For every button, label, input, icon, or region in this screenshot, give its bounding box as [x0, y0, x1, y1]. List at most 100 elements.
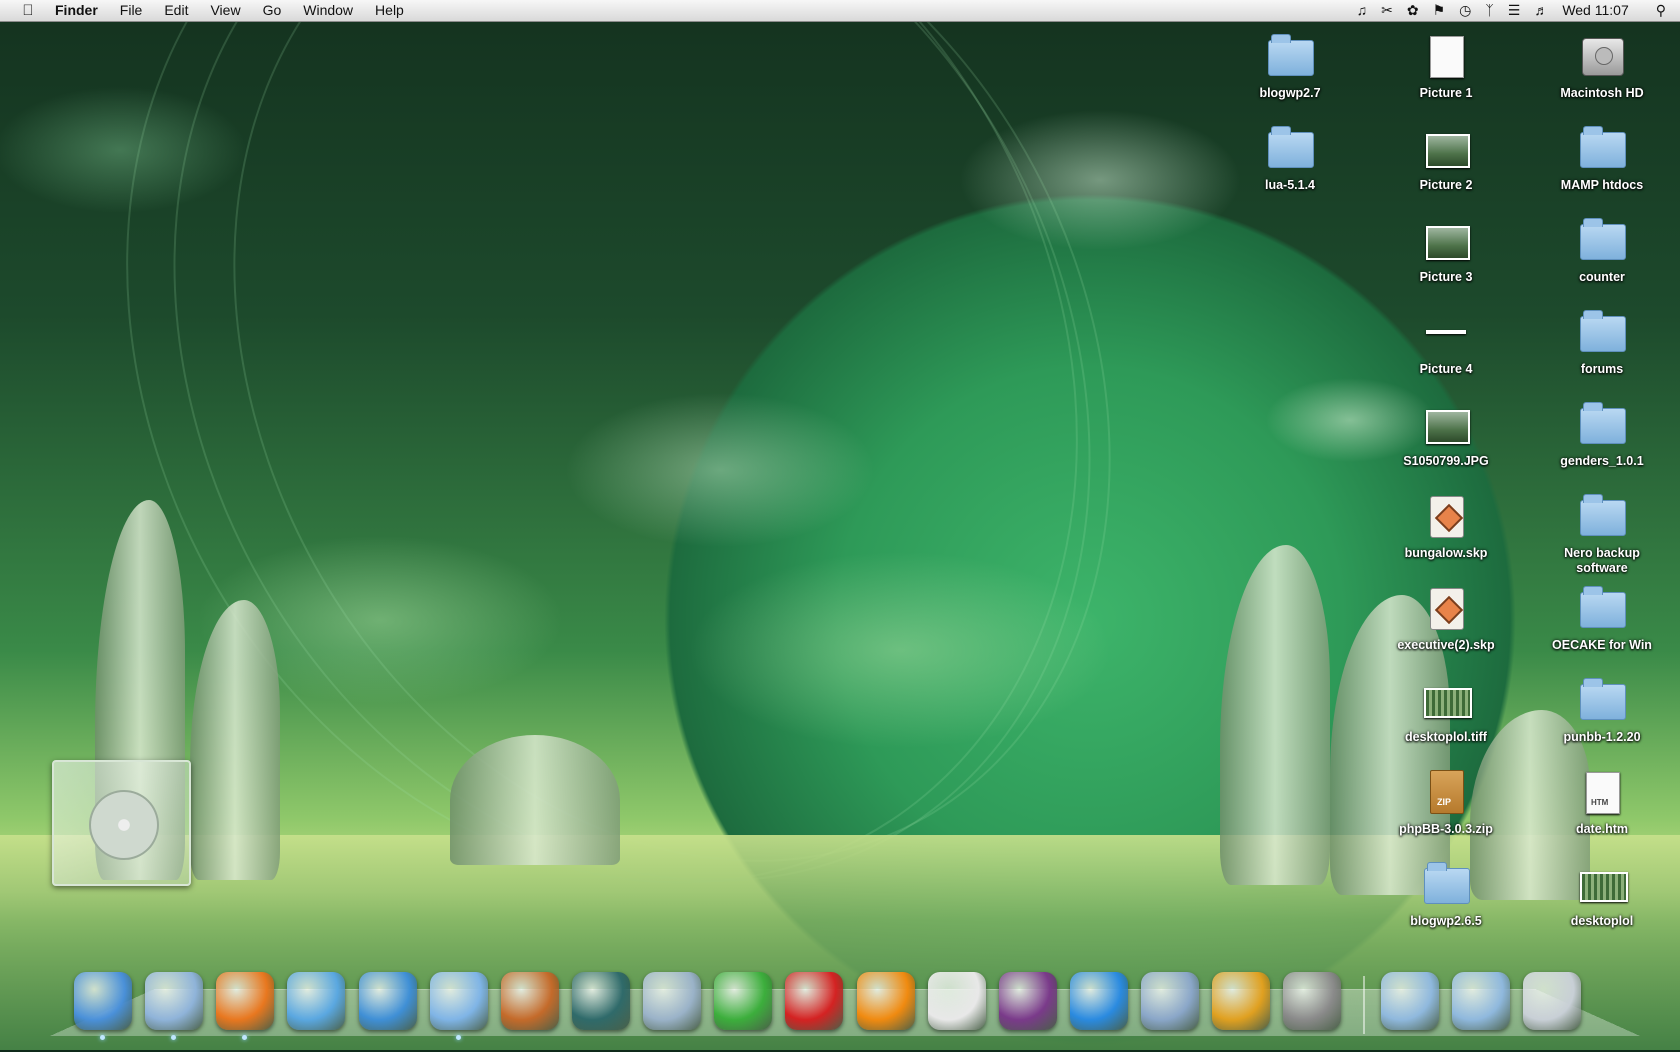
system-preferences-icon-image: [1283, 972, 1342, 1030]
newsreader-icon[interactable]: [639, 968, 704, 1034]
zip-archive-icon: ZIP: [1422, 770, 1470, 814]
mail-icon-image: [145, 972, 204, 1030]
safari-icon-image: [287, 972, 346, 1030]
firefox-icon-image: [216, 972, 275, 1030]
document-icon: [1422, 34, 1470, 78]
desktop-icon-desktoplol[interactable]: desktoplol: [1532, 862, 1672, 929]
firefox-icon[interactable]: [212, 968, 277, 1040]
volume-icon[interactable]: ♬: [1534, 0, 1548, 21]
hard-drive-icon: [1578, 34, 1626, 78]
preview-icon[interactable]: [1137, 968, 1202, 1034]
scissors-icon[interactable]: ✂: [1381, 0, 1393, 21]
status-menus: ♫ ✂ ✿ ⚑ ◷ ᛉ ☰ ♬ Wed 11:07 ⚲: [1350, 0, 1680, 21]
growl-icon-image: [785, 972, 844, 1030]
running-indicator: [455, 1035, 461, 1040]
text-window-icon-image: [927, 972, 986, 1030]
image-strip-icon: [1578, 862, 1628, 906]
quicktime-icon[interactable]: [1066, 968, 1131, 1034]
wallpaper-rock: [1220, 545, 1330, 885]
spotlight-icon[interactable]: ⚲: [1656, 0, 1666, 21]
flag-icon[interactable]: ⚑: [1433, 0, 1446, 21]
finder-icon[interactable]: [70, 968, 135, 1040]
desktop-icon-desktoplol-tiff[interactable]: desktoplol.tiff: [1376, 678, 1516, 745]
thin-image-icon: [1422, 310, 1470, 354]
mail-icon[interactable]: [141, 968, 206, 1040]
desktop-icon-oecake[interactable]: OECAKE for Win: [1532, 586, 1672, 653]
desktop-icon-executive[interactable]: executive(2).skp: [1376, 586, 1516, 653]
xchat-icon-image: [714, 972, 773, 1030]
desktop-icon-nero-backup[interactable]: Nero backup software: [1532, 494, 1672, 576]
vlc-icon[interactable]: [853, 968, 918, 1034]
menu-clock[interactable]: Wed 11:07: [1562, 0, 1628, 21]
folder-icon: [1578, 678, 1626, 722]
desktop-icon-blogwp2-6-5[interactable]: blogwp2.6.5: [1376, 862, 1516, 929]
desktop-icon-macintosh-hd[interactable]: Macintosh HD: [1532, 34, 1672, 101]
menu-go[interactable]: Go: [252, 0, 293, 21]
photo-icon: [1422, 218, 1470, 262]
photo-icon: [1422, 402, 1470, 446]
folder-icon: [1578, 586, 1626, 630]
folder-icon: [1578, 402, 1626, 446]
cd-case-icon[interactable]: [52, 760, 191, 886]
menu-view[interactable]: View: [199, 0, 251, 21]
applications-stack-icon[interactable]: [1448, 968, 1513, 1034]
desktop-icon-punbb[interactable]: punbb-1.2.20: [1532, 678, 1672, 745]
safari-icon[interactable]: [283, 968, 348, 1034]
iphoto-icon[interactable]: [497, 968, 562, 1034]
time-machine-icon-image: [571, 972, 630, 1030]
xcode-icon[interactable]: [1208, 968, 1273, 1034]
wifi-icon[interactable]: ☰: [1508, 0, 1521, 21]
html-document-icon: HTM: [1578, 770, 1626, 814]
paw-icon[interactable]: ✿: [1407, 0, 1419, 21]
adium-icon[interactable]: [995, 968, 1060, 1034]
preview-icon-image: [1141, 972, 1200, 1030]
apple-icon[interactable]: : [17, 2, 39, 19]
wallpaper-rock: [450, 735, 620, 865]
desktop-icon-mamp-htdocs[interactable]: MAMP htdocs: [1532, 126, 1672, 193]
folder-icon: [1578, 218, 1626, 262]
desktop-icon-picture-1[interactable]: Picture 1: [1376, 34, 1516, 101]
time-machine-icon[interactable]: [568, 968, 633, 1034]
xchat-icon[interactable]: [710, 968, 775, 1034]
desktop-icon-blogwp2-7[interactable]: blogwp2.7: [1220, 34, 1360, 101]
sketchup-file-icon: [1422, 586, 1470, 630]
desktop-icon-picture-4[interactable]: Picture 4: [1376, 310, 1516, 377]
documents-stack-icon[interactable]: [1377, 968, 1442, 1034]
documents-stack-icon-image: [1380, 972, 1439, 1030]
desktop-icon-forums[interactable]: forums: [1532, 310, 1672, 377]
desktop-icon-lua[interactable]: lua-5.1.4: [1220, 126, 1360, 193]
desktop-icon-bungalow[interactable]: bungalow.skp: [1376, 494, 1516, 561]
wallpaper-rock: [190, 600, 280, 880]
sketchup-file-icon: [1422, 494, 1470, 538]
menu-help[interactable]: Help: [364, 0, 415, 21]
menu-window[interactable]: Window: [292, 0, 364, 21]
menu-file[interactable]: File: [109, 0, 154, 21]
bluetooth-icon[interactable]: ᛉ: [1485, 0, 1493, 21]
dock-separator[interactable]: [1362, 976, 1365, 1034]
desktop-icon-s1050799[interactable]: S1050799.JPG: [1376, 402, 1516, 469]
desktop-icon-picture-2[interactable]: Picture 2: [1376, 126, 1516, 193]
growl-icon[interactable]: [781, 968, 846, 1034]
desktop-icon-phpbb-zip[interactable]: ZIP phpBB-3.0.3.zip: [1376, 770, 1516, 837]
iphoto-icon-image: [500, 972, 559, 1030]
menu-edit[interactable]: Edit: [153, 0, 199, 21]
itunes-icon[interactable]: [426, 968, 491, 1040]
desktop-icon-counter[interactable]: counter: [1532, 218, 1672, 285]
desktop-icon-picture-3[interactable]: Picture 3: [1376, 218, 1516, 285]
folder-icon: [1422, 862, 1470, 906]
music-note-icon[interactable]: ♫: [1357, 0, 1368, 21]
quicktime-icon-image: [1069, 972, 1128, 1030]
desktop-icon-genders[interactable]: genders_1.0.1: [1532, 402, 1672, 469]
text-window-icon[interactable]: [924, 968, 989, 1034]
messenger-icon[interactable]: [355, 968, 420, 1034]
time-machine-icon[interactable]: ◷: [1459, 0, 1471, 21]
trash-icon[interactable]: [1519, 968, 1584, 1034]
desktop-icon-date-htm[interactable]: HTM date.htm: [1532, 770, 1672, 837]
menu-bar:  Finder File Edit View Go Window Help ♫…: [0, 0, 1680, 22]
folder-icon: [1578, 126, 1626, 170]
system-preferences-icon[interactable]: [1279, 968, 1344, 1034]
newsreader-icon-image: [643, 972, 702, 1030]
folder-icon: [1578, 494, 1626, 538]
adium-icon-image: [998, 972, 1057, 1030]
menu-finder[interactable]: Finder: [51, 0, 109, 21]
